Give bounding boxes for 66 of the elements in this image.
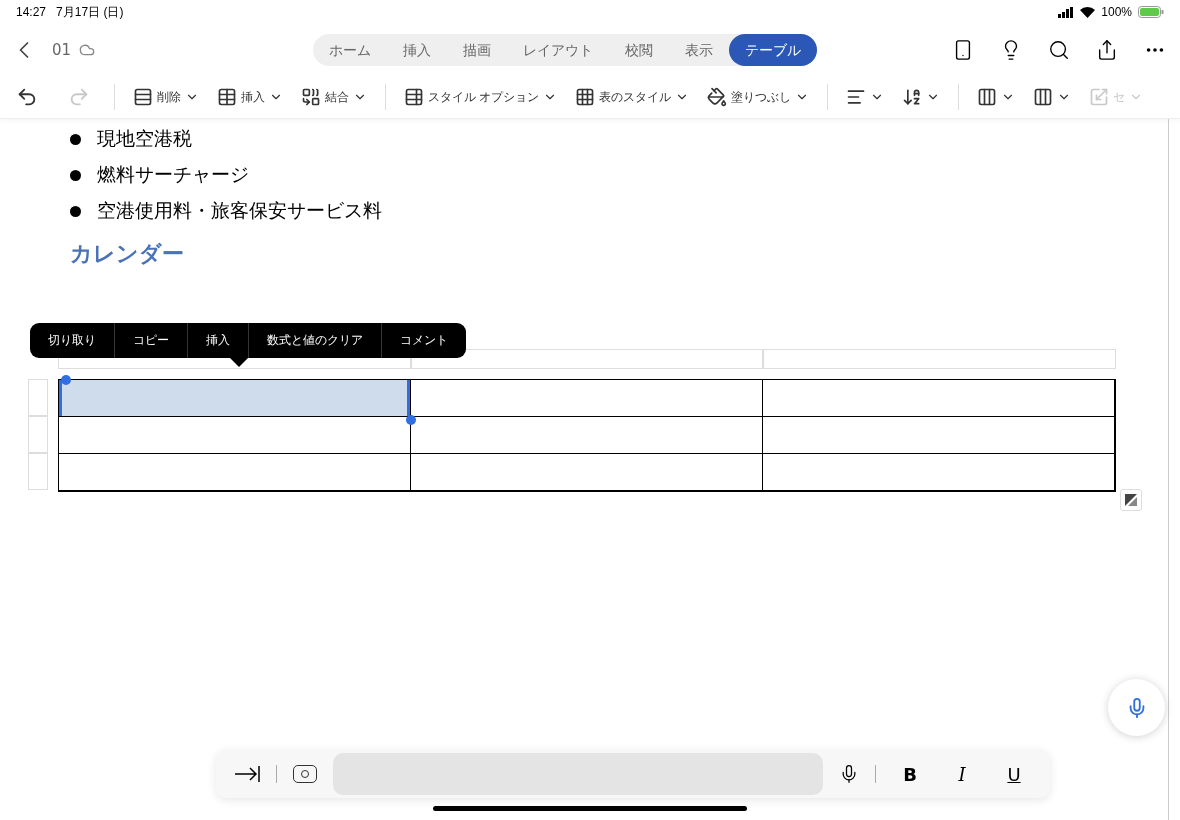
row-handle[interactable] [28, 416, 48, 453]
table-icon [217, 87, 237, 107]
column-handle[interactable] [763, 349, 1116, 369]
table-cell[interactable] [411, 454, 763, 491]
section-heading: カレンダー [70, 240, 185, 268]
cloud-icon [79, 42, 96, 58]
document-name: 01 [52, 41, 72, 59]
ribbon-tab[interactable]: ホーム [313, 34, 388, 66]
bullet-icon [70, 169, 81, 181]
toolbar-dropdown[interactable]: スタイル オプション [404, 87, 558, 107]
table-cell[interactable] [411, 380, 763, 417]
ribbon-tab[interactable]: 描画 [447, 34, 508, 66]
columns-icon [977, 87, 998, 107]
merge-icon [301, 87, 321, 107]
signal-icon [1058, 6, 1075, 18]
ribbon-tab[interactable]: 表示 [669, 34, 730, 66]
ribbon-tab[interactable]: 挿入 [387, 34, 448, 66]
table-grid-icon [575, 87, 596, 107]
menu-item[interactable]: コピー [114, 323, 187, 358]
row-handle[interactable] [28, 453, 48, 490]
underline-button[interactable]: U [996, 762, 1032, 786]
table-cell[interactable] [59, 380, 411, 417]
selection-handle[interactable] [405, 415, 416, 425]
table-cell[interactable] [59, 454, 411, 491]
italic-button[interactable]: I [944, 762, 980, 786]
wifi-icon [1080, 6, 1096, 18]
search-icon[interactable] [1048, 39, 1070, 61]
menu-item[interactable]: 数式と値のクリア [248, 323, 381, 358]
table-cell[interactable] [763, 454, 1115, 491]
paint-bucket-icon [707, 87, 728, 107]
bullet-text: 燃料サーチャージ [97, 162, 249, 187]
bullet-icon [70, 133, 81, 145]
resize-icon[interactable] [1120, 489, 1142, 511]
table-cell[interactable] [763, 417, 1115, 454]
menu-item[interactable]: コメント [381, 323, 466, 358]
row-handle[interactable] [28, 379, 48, 416]
resize-icon [1089, 87, 1110, 107]
table-cell[interactable] [763, 380, 1115, 417]
toolbar-dropdown[interactable]: 結合 [301, 87, 367, 107]
ribbon-tab[interactable]: テーブル [729, 34, 818, 66]
column-handle[interactable] [410, 349, 764, 369]
share-icon[interactable] [1096, 39, 1118, 61]
bullet-text: 空港使用料・旅客保安サービス料 [97, 198, 382, 223]
table-settings-icon [404, 87, 424, 107]
status-time: 14:27 7月17日 (日) [16, 3, 124, 21]
table-cell[interactable] [411, 417, 763, 454]
delete-rows-icon [133, 87, 153, 107]
toolbar-dropdown[interactable]: 挿入 [217, 87, 283, 107]
columns-icon [1033, 87, 1054, 107]
ribbon-tab[interactable]: レイアウト [507, 34, 610, 66]
selection-handle[interactable] [61, 375, 71, 385]
ribbon-tab[interactable]: 校閲 [609, 34, 670, 66]
toolbar-dropdown[interactable]: 塗りつぶし [707, 87, 810, 107]
battery-level: 100% [1101, 5, 1132, 19]
battery-icon [1138, 6, 1164, 18]
toolbar-dropdown[interactable]: 削除 [133, 87, 199, 107]
text-align-icon [846, 87, 867, 107]
toolbar-dropdown[interactable]: 表のスタイル [575, 87, 690, 107]
dictate-button[interactable] [1108, 679, 1165, 736]
bullet-icon [70, 205, 81, 217]
menu-item[interactable]: 切り取り [30, 323, 114, 358]
bold-button[interactable]: B [892, 762, 928, 786]
sort-icon [902, 87, 923, 107]
menu-item[interactable]: 挿入 [187, 323, 248, 358]
bullet-text: 現地空港税 [97, 126, 192, 151]
tab-key-icon[interactable] [234, 764, 260, 784]
